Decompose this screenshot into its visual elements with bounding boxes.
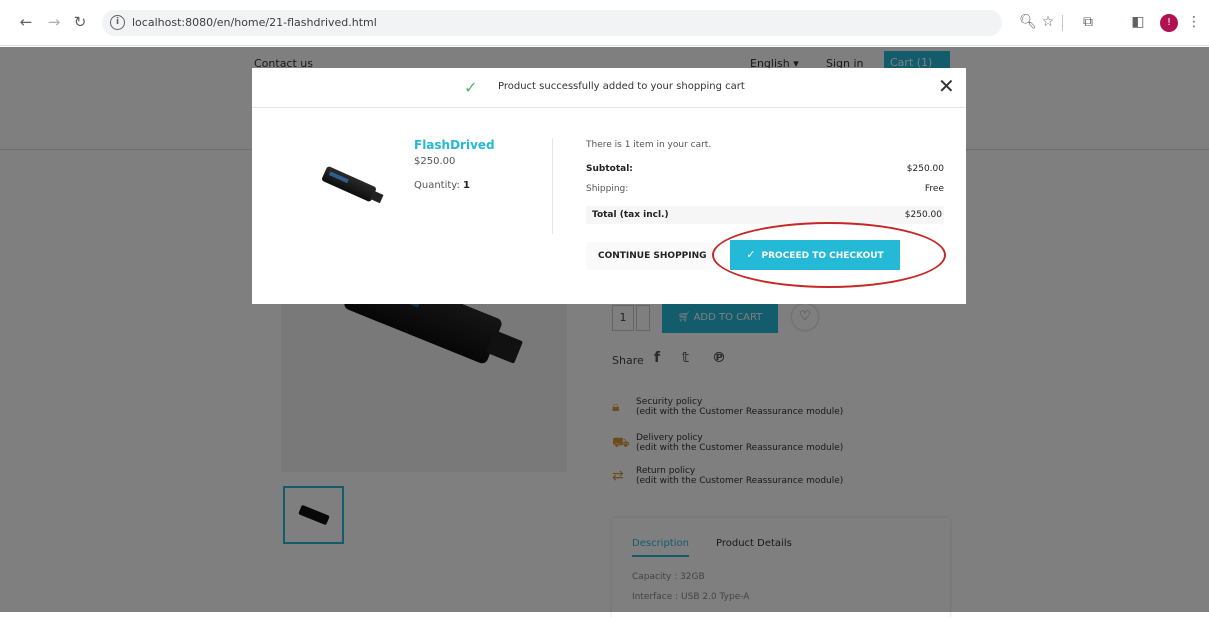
product-quantity: Quantity: 1	[414, 180, 470, 191]
side-panel-icon[interactable]: ◧	[1126, 10, 1150, 34]
shipping-value: Free	[924, 184, 944, 194]
total-row: Total (tax incl.) $250.00	[586, 206, 944, 224]
toolbar-separator	[1062, 15, 1063, 31]
subtotal-label: Subtotal:	[586, 164, 633, 174]
shipping-label: Shipping:	[586, 184, 629, 194]
reload-icon[interactable]: ↻	[68, 10, 92, 34]
site-info-icon[interactable]: i	[110, 15, 125, 30]
forward-arrow-icon[interactable]: →	[42, 10, 66, 34]
close-icon[interactable]: ✕	[938, 75, 955, 97]
annotation-ring	[712, 222, 946, 288]
subtotal-value: $250.00	[906, 164, 944, 174]
product-price: $250.00	[414, 156, 456, 167]
address-bar[interactable]: i localhost:8080/en/home/21-flashdrived.…	[102, 10, 1002, 36]
product-name: FlashDrived	[414, 138, 495, 152]
menu-kebab-icon[interactable]: ⋮	[1182, 10, 1206, 34]
subtotal-row: Subtotal: $250.00	[586, 160, 944, 178]
checkmark-icon: ✓	[464, 78, 478, 97]
success-message: Product successfully added to your shopp…	[498, 81, 745, 92]
usb-stripe	[328, 171, 349, 184]
total-value: $250.00	[904, 210, 942, 220]
column-divider	[552, 138, 553, 234]
shipping-row: Shipping: Free	[586, 180, 944, 198]
cart-item-count: There is 1 item in your cart.	[586, 140, 712, 150]
modal-header: ✓ Product successfully added to your sho…	[252, 68, 966, 108]
browser-toolbar: ← → ↻ i localhost:8080/en/home/21-flashd…	[0, 0, 1209, 46]
bookmark-star-icon[interactable]: ☆	[1036, 10, 1060, 34]
total-label: Total (tax incl.)	[592, 210, 669, 220]
quantity-value: 1	[463, 180, 471, 191]
quantity-label: Quantity:	[414, 180, 460, 191]
usb-connector	[369, 190, 384, 204]
url-text: localhost:8080/en/home/21-flashdrived.ht…	[132, 16, 377, 29]
back-arrow-icon[interactable]: ←	[14, 10, 38, 34]
extensions-icon[interactable]: ⧉	[1076, 10, 1100, 34]
continue-shopping-button[interactable]: CONTINUE SHOPPING	[586, 242, 712, 270]
add-to-cart-modal: ✓ Product successfully added to your sho…	[252, 68, 966, 304]
cart-product-image	[321, 165, 384, 204]
profile-avatar[interactable]: !	[1160, 14, 1178, 32]
